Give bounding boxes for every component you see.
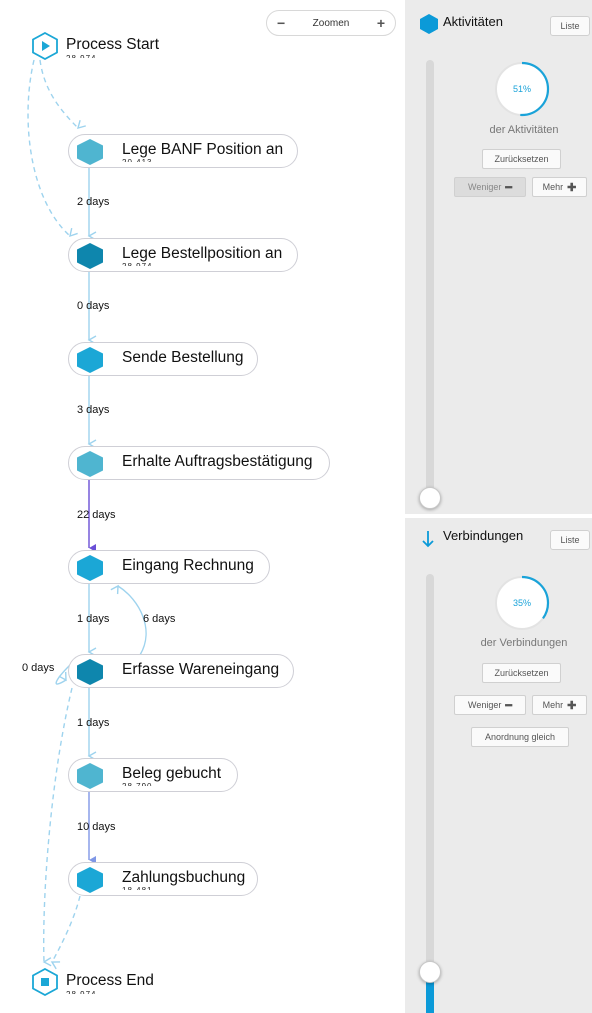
stop-icon — [32, 967, 58, 997]
edge-erfasse-eingang-loop — [110, 584, 147, 656]
activities-list-button[interactable]: Liste — [550, 16, 590, 36]
activity-hex-icon — [77, 139, 103, 165]
zoom-out-button[interactable]: − — [277, 15, 285, 31]
edge-duration-label: 6 days — [143, 613, 176, 625]
zoom-label: Zoomen — [312, 17, 350, 29]
minus-icon: ━ — [505, 699, 512, 712]
minus-icon: ━ — [505, 181, 512, 194]
activities-reset-button[interactable]: Zurücksetzen — [482, 149, 561, 169]
zoom-control: − Zoomen + — [266, 10, 396, 36]
activity-node-lege-bestellposition[interactable]: Lege Bestellposition an 28.974 — [68, 238, 298, 272]
activity-node-eingang-rechnung[interactable]: Eingang Rechnung — [68, 550, 270, 584]
activity-count: 18.481 — [122, 886, 152, 890]
edge-duration-label: 1 days — [77, 613, 110, 625]
edge-duration-label: 1 days — [77, 717, 110, 729]
process-end-count: 28.974 — [66, 990, 96, 994]
process-start-count: 28.974 — [66, 54, 96, 58]
edge-duration-label: 22 days — [77, 509, 116, 521]
activities-percent: 51% — [512, 84, 531, 94]
activity-hex-icon — [77, 555, 103, 581]
connections-percent: 35% — [512, 598, 531, 608]
connections-reset-button[interactable]: Zurücksetzen — [482, 663, 561, 683]
activity-node-erhalte-auftragsbestaetigung[interactable]: Erhalte Auftragsbestätigung — [68, 446, 330, 480]
process-start-label: Process Start — [66, 36, 160, 53]
less-label: Weniger — [468, 700, 502, 710]
connections-percent-ring: 35% — [493, 574, 551, 632]
activity-label: Erfasse Wareneingang — [122, 661, 280, 678]
activity-hex-icon — [420, 14, 438, 34]
activities-slider-thumb[interactable] — [419, 487, 441, 509]
activity-label: Lege Bestellposition an — [122, 245, 283, 262]
activity-hex-icon — [77, 659, 103, 685]
activity-label: Lege BANF Position an — [122, 141, 284, 158]
activity-hex-icon — [77, 867, 103, 893]
edge-zahlung-end — [50, 895, 81, 970]
connections-less-button[interactable]: Weniger ━ — [454, 695, 526, 715]
activity-label: Beleg gebucht — [122, 765, 222, 782]
activities-less-button[interactable]: Weniger ━ — [454, 177, 526, 197]
connections-slider-track[interactable] — [426, 574, 434, 974]
connections-slider-fill — [426, 978, 434, 1013]
activity-node-beleg-gebucht[interactable]: Beleg gebucht 28.790 — [68, 758, 238, 792]
edge-start-bestell — [27, 59, 78, 238]
activity-count: 20.413 — [122, 158, 152, 162]
more-label: Mehr — [542, 700, 564, 710]
activity-node-zahlungsbuchung[interactable]: Zahlungsbuchung 18.481 — [68, 862, 258, 896]
connections-title: Verbindungen — [443, 528, 524, 543]
edge-duration-label: 0 days — [22, 662, 55, 674]
activities-slider-track[interactable] — [426, 60, 434, 500]
activity-hex-icon — [77, 347, 103, 373]
edge-duration-label: 3 days — [77, 404, 110, 416]
activity-node-erfasse-wareneingang[interactable]: Erfasse Wareneingang — [68, 654, 294, 688]
less-label: Weniger — [468, 182, 502, 192]
edge-start-banf — [39, 59, 86, 129]
plus-icon: ✚ — [567, 699, 577, 712]
connections-caption: der Verbindungen — [480, 637, 568, 649]
activities-more-button[interactable]: Mehr ✚ — [532, 177, 587, 197]
activity-count: 28.974 — [122, 262, 152, 266]
more-label: Mehr — [542, 182, 564, 192]
activity-node-lege-banf[interactable]: Lege BANF Position an 20.413 — [68, 134, 298, 168]
activities-percent-ring: 51% — [493, 60, 551, 118]
process-map-canvas[interactable]: − Zoomen + Process Start 28.974 Lege BAN… — [0, 0, 405, 1013]
activity-hex-icon — [77, 451, 103, 477]
edge-duration-label: 10 days — [77, 821, 116, 833]
activities-panel: Aktivitäten Liste 51% der Aktivitäten Zu… — [405, 0, 592, 514]
activity-label: Erhalte Auftragsbestätigung — [122, 453, 313, 470]
edge-duration-label: 2 days — [77, 196, 110, 208]
activity-label: Zahlungsbuchung — [122, 869, 246, 886]
plus-icon: ✚ — [567, 181, 577, 194]
connections-arrange-button[interactable]: Anordnung gleich — [471, 727, 569, 747]
edge-erfasse-end — [42, 687, 73, 967]
arrow-down-icon — [422, 531, 434, 548]
activities-title: Aktivitäten — [443, 14, 503, 29]
process-start-node[interactable]: Process Start 28.974 — [32, 31, 232, 62]
connections-more-button[interactable]: Mehr ✚ — [532, 695, 587, 715]
activity-label: Sende Bestellung — [122, 349, 244, 366]
activity-hex-icon — [77, 763, 103, 789]
zoom-in-button[interactable]: + — [377, 15, 385, 31]
activity-count: 28.790 — [122, 782, 152, 786]
connections-list-button[interactable]: Liste — [550, 530, 590, 550]
activity-node-sende-bestellung[interactable]: Sende Bestellung — [68, 342, 258, 376]
edge-duration-label: 0 days — [77, 300, 110, 312]
activities-caption: der Aktivitäten — [489, 124, 559, 136]
connections-panel: Verbindungen Liste 35% der Verbindungen … — [405, 518, 592, 1013]
process-end-node[interactable]: Process End 28.974 — [32, 967, 232, 998]
play-icon — [32, 31, 58, 61]
activity-hex-icon — [77, 243, 103, 269]
process-end-label: Process End — [66, 972, 154, 989]
activity-label: Eingang Rechnung — [122, 557, 254, 574]
connections-slider-thumb[interactable] — [419, 961, 441, 983]
